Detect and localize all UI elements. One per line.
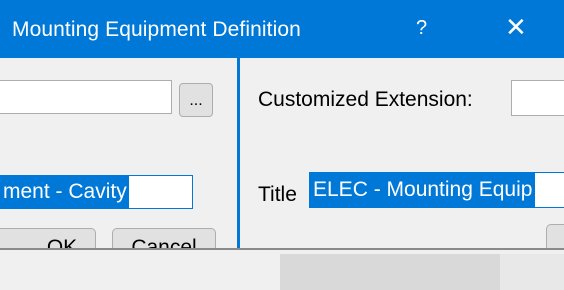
path-input[interactable]: [0, 80, 172, 114]
close-icon[interactable]: ✕: [505, 12, 527, 43]
browse-button[interactable]: ...: [179, 83, 213, 117]
title-field-right-selection: ELEC - Mounting Equip: [310, 173, 536, 207]
title-label: Title: [258, 183, 297, 206]
title-field-left[interactable]: ment - Cavity: [0, 175, 193, 209]
window-title: Mounting Equipment Definition: [12, 18, 301, 41]
artifact-block: [500, 254, 564, 290]
render-artifact-band: [0, 248, 564, 290]
customized-extension-label: Customized Extension:: [258, 88, 473, 111]
title-bar: Mounting Equipment Definition ? ✕: [0, 0, 564, 58]
help-icon[interactable]: ?: [416, 17, 427, 40]
title-field-left-selection: ment - Cavity: [0, 176, 129, 208]
customized-extension-input[interactable]: [511, 80, 564, 116]
artifact-block: [280, 254, 500, 290]
artifact-line: [0, 248, 564, 250]
title-field-right[interactable]: ELEC - Mounting Equip: [309, 172, 564, 208]
